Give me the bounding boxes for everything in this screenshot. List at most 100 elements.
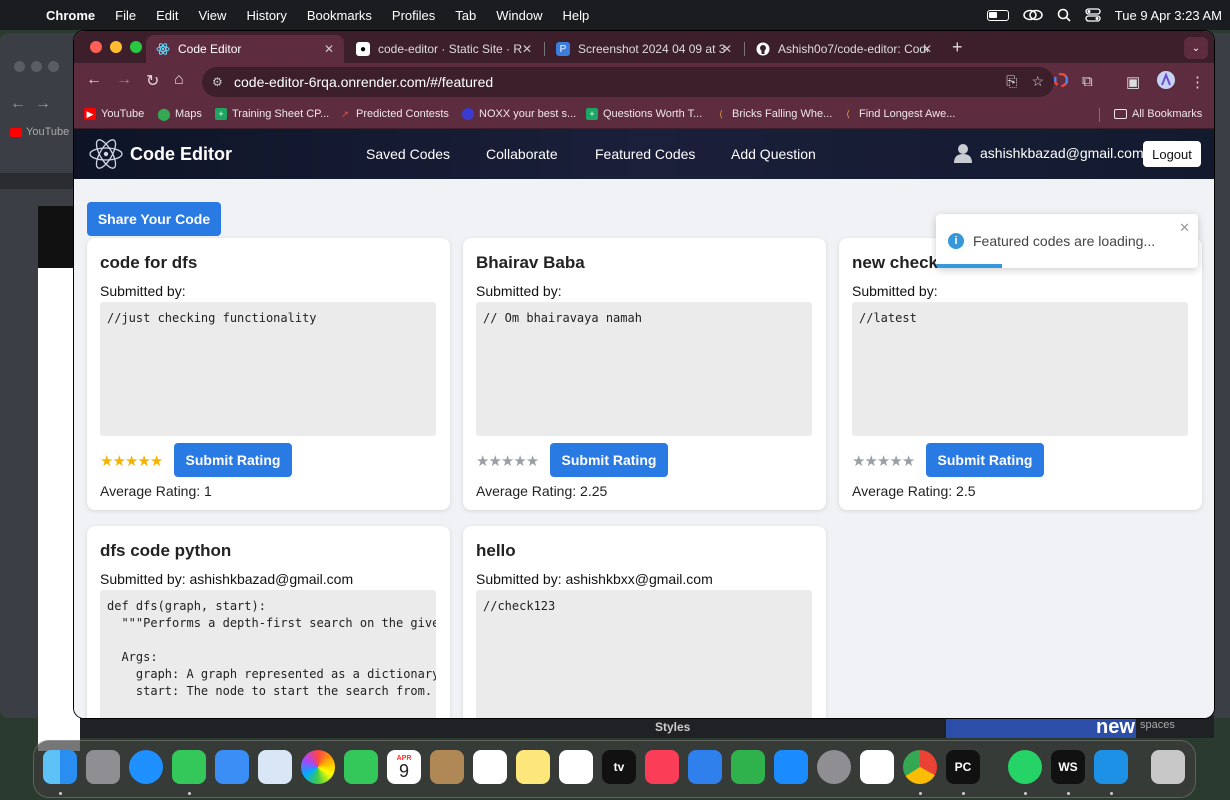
bookmark-training-sheet[interactable]: + Training Sheet CP... bbox=[215, 108, 329, 120]
tab-search-chevron-icon[interactable]: ⌄ bbox=[1184, 37, 1208, 59]
minimize-window-button[interactable] bbox=[110, 41, 122, 53]
app-brand[interactable]: Code Editor bbox=[130, 144, 232, 165]
music-icon[interactable] bbox=[645, 750, 679, 784]
tab-render[interactable]: ● code-editor · Static Site · R ✕ bbox=[346, 35, 542, 63]
all-bookmarks[interactable]: All Bookmarks bbox=[1114, 108, 1202, 120]
trash-icon[interactable] bbox=[1151, 750, 1185, 784]
share-your-code-button[interactable]: Share Your Code bbox=[87, 202, 221, 236]
link-icon[interactable] bbox=[1023, 9, 1043, 21]
calendar-icon[interactable]: APR 9 bbox=[387, 750, 421, 784]
code-preview[interactable]: //just checking functionality bbox=[100, 302, 436, 436]
reload-icon[interactable]: ↻ bbox=[146, 71, 159, 91]
submit-rating-button[interactable]: Submit Rating bbox=[926, 443, 1044, 477]
control-center-icon[interactable] bbox=[1085, 8, 1101, 22]
keynote-icon[interactable] bbox=[688, 750, 722, 784]
code-preview[interactable]: //check123 bbox=[476, 590, 812, 718]
finder-icon[interactable] bbox=[43, 750, 77, 784]
nav-saved-codes[interactable]: Saved Codes bbox=[366, 146, 450, 162]
docker-icon[interactable] bbox=[1094, 750, 1128, 784]
close-icon[interactable]: ✕ bbox=[922, 42, 932, 56]
battery-icon[interactable] bbox=[986, 9, 1009, 21]
bookmark-noxx[interactable]: NOXX your best s... bbox=[462, 108, 576, 120]
safari-icon[interactable] bbox=[129, 750, 163, 784]
whatsapp-icon[interactable] bbox=[1008, 750, 1042, 784]
extensions-puzzle-icon[interactable]: ⧉ bbox=[1082, 73, 1093, 90]
launchpad-icon[interactable] bbox=[86, 750, 120, 784]
appletv-icon[interactable]: tv bbox=[602, 750, 636, 784]
numbers-icon[interactable] bbox=[731, 750, 765, 784]
star-icon[interactable]: ★ bbox=[137, 453, 150, 470]
logout-button[interactable]: Logout bbox=[1143, 141, 1201, 167]
nav-add-question[interactable]: Add Question bbox=[731, 146, 816, 162]
facetime-icon[interactable] bbox=[344, 750, 378, 784]
menu-view[interactable]: View bbox=[198, 8, 226, 23]
star-rating[interactable]: ★★★★★ bbox=[476, 452, 539, 470]
settings-icon[interactable] bbox=[817, 750, 851, 784]
freeform-icon[interactable] bbox=[559, 750, 593, 784]
menu-app-name[interactable]: Chrome bbox=[46, 8, 95, 23]
star-icon[interactable]: ★ bbox=[889, 453, 902, 470]
star-rating[interactable]: ★★★★★ bbox=[100, 452, 163, 470]
menu-bookmarks[interactable]: Bookmarks bbox=[307, 8, 372, 23]
site-settings-icon[interactable]: ⚙ bbox=[212, 75, 223, 89]
vscode-icon[interactable] bbox=[860, 750, 894, 784]
contacts-icon[interactable] bbox=[430, 750, 464, 784]
extension-color-icon[interactable] bbox=[1053, 72, 1069, 91]
bookmark-maps[interactable]: ⬤ Maps bbox=[157, 107, 202, 121]
bookmark-bricks-falling[interactable]: ⟨ Bricks Falling Whe... bbox=[715, 108, 832, 120]
webstorm-icon[interactable]: WS bbox=[1051, 750, 1085, 784]
menu-edit[interactable]: Edit bbox=[156, 8, 178, 23]
messages-icon[interactable] bbox=[172, 750, 206, 784]
menu-file[interactable]: File bbox=[115, 8, 136, 23]
notes-icon[interactable] bbox=[516, 750, 550, 784]
menu-history[interactable]: History bbox=[246, 8, 286, 23]
star-icon[interactable]: ★ bbox=[902, 453, 915, 470]
submit-rating-button[interactable]: Submit Rating bbox=[174, 443, 292, 477]
menu-help[interactable]: Help bbox=[563, 8, 590, 23]
close-icon[interactable]: ✕ bbox=[324, 42, 334, 56]
star-icon[interactable]: ★ bbox=[877, 453, 890, 470]
star-icon[interactable]: ★ bbox=[501, 453, 514, 470]
code-preview[interactable]: //latest bbox=[852, 302, 1188, 436]
code-preview[interactable]: // Om bhairavaya namah bbox=[476, 302, 812, 436]
star-icon[interactable]: ★ bbox=[852, 453, 865, 470]
tab-screenshot[interactable]: P Screenshot 2024 04 09 at 3 ✕ bbox=[546, 35, 742, 63]
star-icon[interactable]: ★ bbox=[526, 453, 539, 470]
bookmark-predicted-contests[interactable]: ↗ Predicted Contests bbox=[339, 108, 449, 120]
star-icon[interactable]: ★ bbox=[513, 453, 526, 470]
atom-logo-icon[interactable] bbox=[88, 137, 124, 171]
menu-tab[interactable]: Tab bbox=[455, 8, 476, 23]
menu-window[interactable]: Window bbox=[496, 8, 542, 23]
install-app-icon[interactable]: ⎘ bbox=[1006, 73, 1017, 90]
address-bar[interactable]: ⚙ code-editor-6rqa.onrender.com/#/featur… bbox=[202, 67, 1054, 97]
close-icon[interactable]: ✕ bbox=[722, 42, 732, 56]
menu-profiles[interactable]: Profiles bbox=[392, 8, 435, 23]
bookmark-find-longest[interactable]: ⟨ Find Longest Awe... bbox=[842, 108, 955, 120]
close-icon[interactable]: ✕ bbox=[1179, 220, 1190, 236]
side-panel-icon[interactable]: ▣ bbox=[1126, 73, 1140, 91]
back-arrow-icon[interactable]: ← bbox=[86, 71, 102, 89]
zoom-window-button[interactable] bbox=[130, 41, 142, 53]
address-url[interactable]: code-editor-6rqa.onrender.com/#/featured bbox=[234, 74, 493, 90]
appstore-icon[interactable] bbox=[774, 750, 808, 784]
star-icon[interactable]: ★ bbox=[100, 453, 113, 470]
tab-code-editor[interactable]: Code Editor ✕ bbox=[146, 35, 344, 63]
code-preview[interactable]: def dfs(graph, start): """Performs a dep… bbox=[100, 590, 436, 718]
home-icon[interactable]: ⌂ bbox=[174, 71, 184, 89]
star-rating[interactable]: ★★★★★ bbox=[852, 452, 915, 470]
reminders-icon[interactable] bbox=[473, 750, 507, 784]
star-icon[interactable]: ★ bbox=[864, 453, 877, 470]
tab-github[interactable]: Ashish0o7/code-editor: Code ✕ bbox=[746, 35, 942, 63]
star-icon[interactable]: ★ bbox=[112, 453, 125, 470]
appstore-like-icon[interactable] bbox=[258, 750, 292, 784]
star-icon[interactable]: ★ bbox=[150, 453, 163, 470]
new-tab-button[interactable]: + bbox=[952, 37, 963, 58]
star-icon[interactable]: ★ bbox=[125, 453, 138, 470]
nav-collaborate[interactable]: Collaborate bbox=[486, 146, 558, 162]
bookmark-questions-worth[interactable]: + Questions Worth T... bbox=[586, 108, 702, 120]
star-icon[interactable]: ★ bbox=[488, 453, 501, 470]
pycharm-icon[interactable]: PC bbox=[946, 750, 980, 784]
photos-icon[interactable] bbox=[301, 750, 335, 784]
chrome-menu-icon[interactable]: ⋮ bbox=[1190, 73, 1205, 91]
submit-rating-button[interactable]: Submit Rating bbox=[550, 443, 668, 477]
